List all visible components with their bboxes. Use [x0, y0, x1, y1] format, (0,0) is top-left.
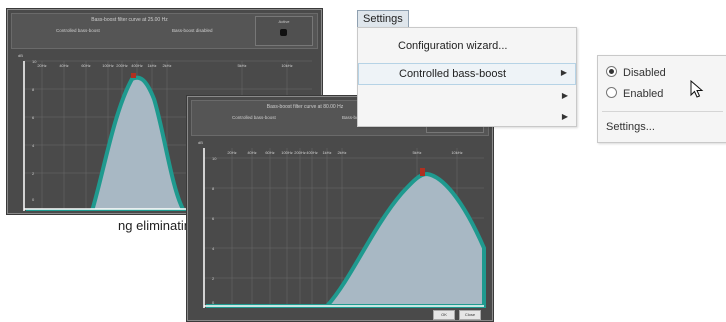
right-panel-mode-label: Controlled bass-boost	[232, 115, 276, 120]
settings-dropdown: Configuration wizard... Controlled bass-…	[357, 27, 577, 127]
right-xtick: 60Hz	[265, 150, 274, 155]
right-ytick: 10	[212, 156, 217, 161]
right-ylabel: dB	[198, 140, 203, 145]
left-ytick: 8	[32, 87, 35, 92]
left-panel-title: Bass-boost filter curve at 25.00 Hz	[91, 17, 168, 23]
left-xtick: 200Hz	[116, 63, 128, 68]
right-xtick: 1kHz	[322, 150, 331, 155]
right-xtick: 400Hz	[306, 150, 318, 155]
left-panel-state-label: Bass-boost disabled	[172, 28, 213, 33]
left-ytick: 0	[32, 197, 35, 202]
menu-item-label: Configuration wizard...	[398, 40, 508, 52]
close-button[interactable]: Close	[459, 310, 481, 320]
menu-item-4[interactable]: ▶	[358, 112, 576, 124]
menu-item-label: Controlled bass-boost	[399, 68, 507, 80]
right-ytick: 4	[212, 246, 215, 251]
right-ytick: 6	[212, 216, 215, 221]
left-xtick: 2kHz	[162, 63, 171, 68]
left-xtick: 400Hz	[131, 63, 143, 68]
chevron-right-icon: ▶	[561, 91, 568, 100]
left-peak-marker	[131, 73, 136, 78]
right-peak-marker	[420, 168, 425, 176]
left-ytick: 2	[32, 171, 35, 176]
left-ytick: 10	[32, 59, 37, 64]
chevron-right-icon: ▶	[561, 112, 568, 121]
radio-selected-icon	[606, 66, 617, 77]
submenu-separator	[602, 111, 723, 112]
right-xtick: 40Hz	[247, 150, 256, 155]
left-xtick: 40Hz	[59, 63, 68, 68]
left-panel-mode-label: Controlled bass-boost	[56, 28, 100, 33]
ok-button[interactable]: OK	[433, 310, 455, 320]
menu-item-3[interactable]: ▶	[358, 87, 576, 109]
left-xtick: 10kHz	[281, 63, 292, 68]
right-xtick: 100Hz	[281, 150, 293, 155]
chevron-right-icon: ▶	[560, 68, 567, 77]
right-ytick: 8	[212, 186, 215, 191]
left-xtick: 1kHz	[147, 63, 156, 68]
right-xtick: 2kHz	[337, 150, 346, 155]
submenu-settings-label: Settings...	[606, 121, 655, 133]
left-panel-header: Bass-boost filter curve at 25.00 Hz Cont…	[11, 13, 318, 49]
left-xtick: 5kHz	[237, 63, 246, 68]
mouse-cursor-icon	[690, 80, 704, 98]
left-xtick: 20Hz	[37, 63, 46, 68]
left-active-label: Active	[278, 19, 290, 24]
radio-unselected-icon	[606, 87, 617, 98]
left-ylabel: dB	[18, 53, 23, 58]
option-enabled[interactable]: Enabled	[606, 87, 663, 100]
left-xtick: 100Hz	[102, 63, 114, 68]
settings-menu-root[interactable]: Settings	[357, 10, 409, 28]
right-chart-panel: Bass-boost filter curve at 80.00 Hz Cont…	[186, 95, 494, 322]
left-active-box: Active	[255, 16, 313, 46]
left-ytick: 4	[32, 143, 35, 148]
option-enabled-label: Enabled	[623, 88, 664, 100]
menu-item-configuration-wizard[interactable]: Configuration wizard...	[358, 36, 576, 58]
right-chart-svg: dB 20Hz 40Hz 60Hz 100Hz 200Hz 400Hz 1kHz 2kHz 5k…	[198, 140, 486, 308]
left-ytick: 6	[32, 115, 35, 120]
left-active-indicator	[280, 29, 287, 36]
right-xtick: 200Hz	[294, 150, 306, 155]
bass-boost-submenu: Disabled Enabled Settings...	[597, 55, 726, 143]
right-curve-area	[206, 171, 486, 308]
right-xtick: 5kHz	[412, 150, 421, 155]
left-xtick: 60Hz	[81, 63, 90, 68]
right-ytick: 2	[212, 276, 215, 281]
right-xtick: 20Hz	[227, 150, 236, 155]
submenu-settings[interactable]: Settings...	[606, 121, 655, 133]
option-disabled[interactable]: Disabled	[606, 66, 666, 79]
option-disabled-label: Disabled	[623, 67, 666, 79]
menu-item-controlled-bass-boost[interactable]: Controlled bass-boost ▶	[358, 63, 576, 85]
right-xtick: 10kHz	[451, 150, 462, 155]
